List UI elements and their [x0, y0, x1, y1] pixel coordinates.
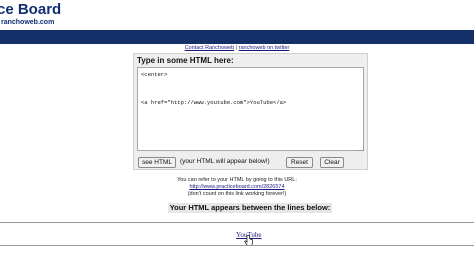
- appear-hint: (your HTML will appear below!): [180, 158, 270, 165]
- html-input-panel: Type in some HTML here: <center> <a href…: [133, 53, 368, 170]
- clear-button[interactable]: Clear: [320, 157, 344, 168]
- share-url-link[interactable]: http://www.practiceboard.com/2826574: [189, 184, 284, 190]
- resize-grip-icon[interactable]: [358, 145, 364, 151]
- page: ce Board ranchoweb.com Contact Ranchoweb…: [0, 0, 474, 266]
- output-divider-bottom: [0, 245, 474, 246]
- share-info: You can refer to your HTML by going to t…: [0, 177, 474, 198]
- contact-link[interactable]: Contact Ranchoweb: [185, 45, 235, 51]
- site-title[interactable]: ce Board: [0, 2, 61, 18]
- contact-links: Contact Ranchoweb | ranchoweb on twitter: [0, 45, 474, 51]
- header-bar: [0, 30, 474, 44]
- twitter-link[interactable]: ranchoweb on twitter: [239, 45, 290, 51]
- share-disclaimer: (don't count on this link working foreve…: [187, 191, 287, 197]
- html-input-label: Type in some HTML here:: [137, 56, 234, 65]
- html-textarea[interactable]: <center> <a href="http://www.youtube.com…: [137, 67, 364, 151]
- site-header: ce Board ranchoweb.com: [0, 0, 474, 30]
- site-subtitle: ranchoweb.com: [1, 19, 55, 26]
- output-divider-top: [0, 222, 474, 223]
- share-info-text: You can refer to your HTML by going to t…: [177, 177, 297, 183]
- reset-button[interactable]: Reset: [286, 157, 313, 168]
- see-html-button[interactable]: see HTML: [138, 157, 176, 168]
- output-heading: Your HTML appears between the lines belo…: [168, 203, 332, 213]
